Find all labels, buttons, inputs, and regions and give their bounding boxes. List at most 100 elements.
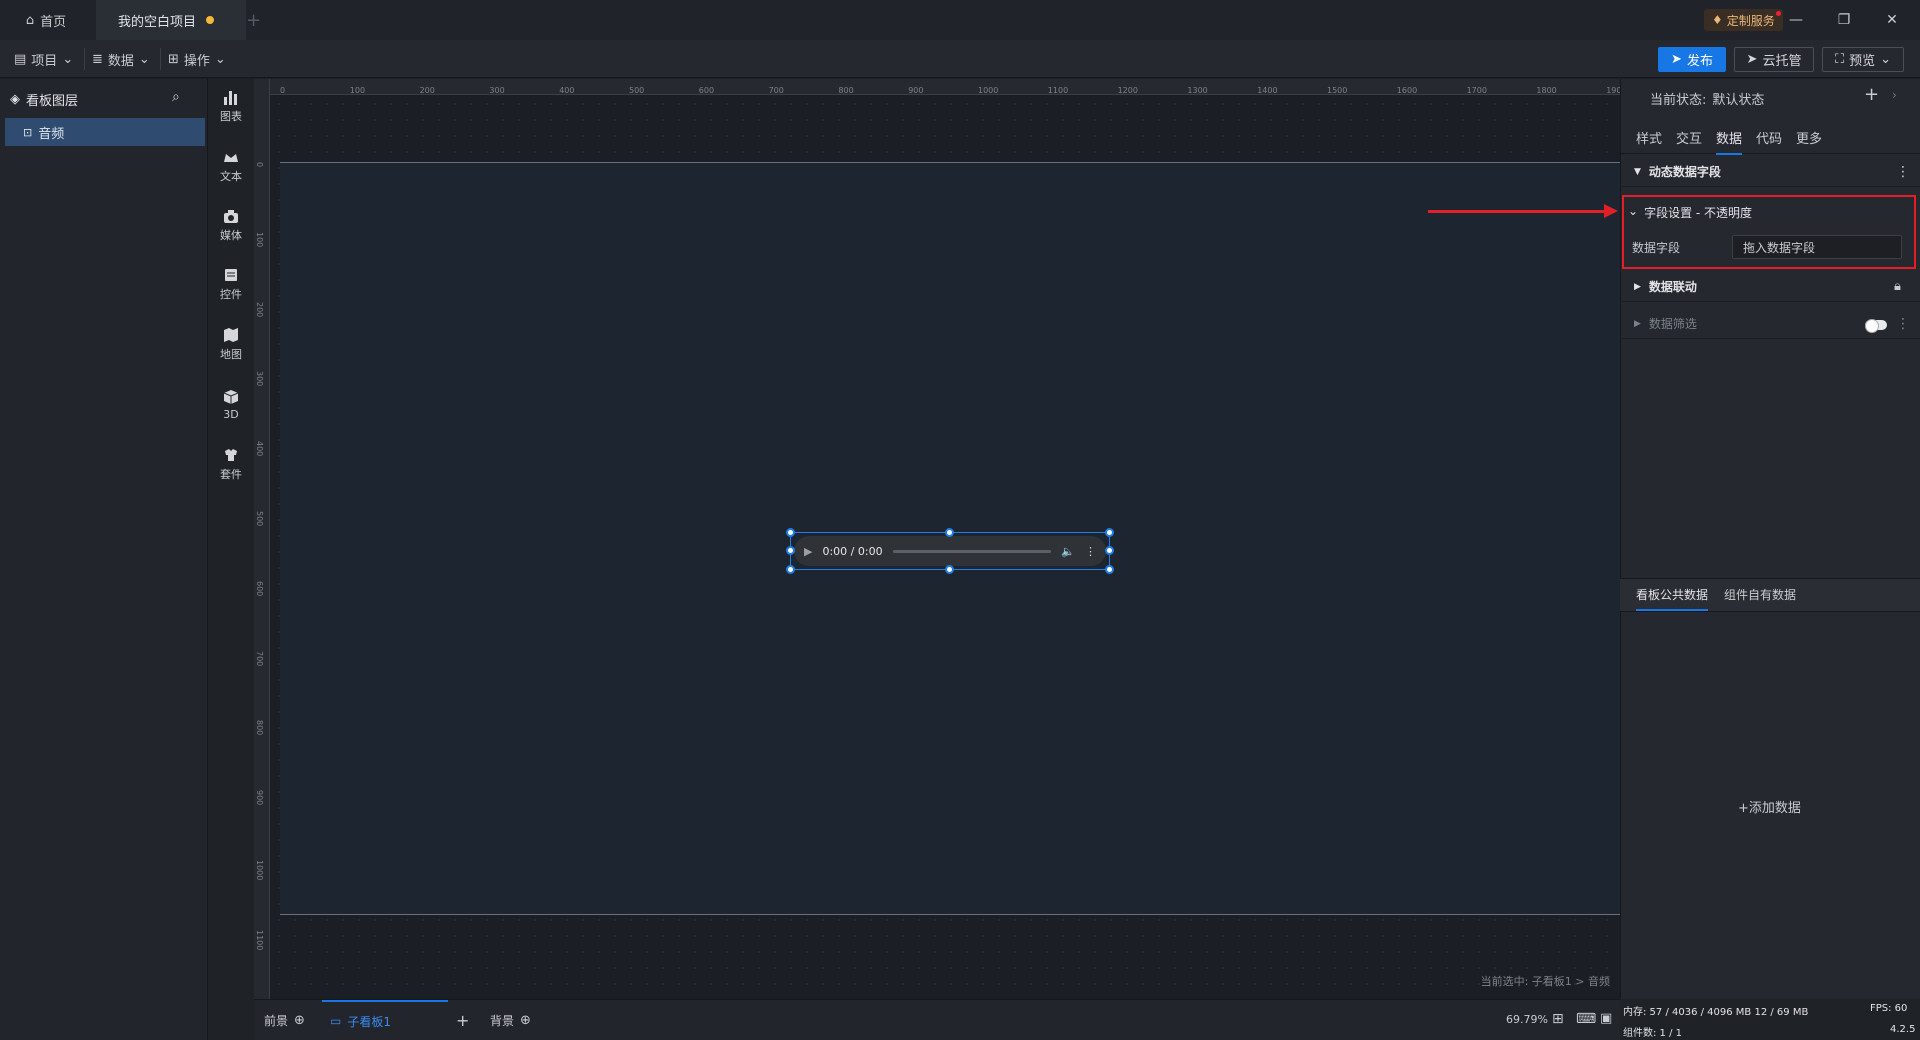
- component-chart[interactable]: 图表: [208, 84, 254, 128]
- media-icon: [224, 210, 238, 223]
- audio-progress-track[interactable]: [892, 549, 1052, 553]
- menu-project[interactable]: ▤ 项目 ⌄: [14, 49, 73, 69]
- resize-handle[interactable]: [786, 528, 795, 537]
- add-data-button[interactable]: +添加数据: [1738, 797, 1801, 816]
- ruler-tick-label: 600: [698, 86, 715, 95]
- tab-background[interactable]: 背景 ⊕: [490, 1010, 531, 1030]
- section-data-filter-label: 数据筛选: [1648, 317, 1697, 331]
- search-icon[interactable]: ⌕: [172, 89, 180, 105]
- ruler-tick-label: 900: [908, 86, 924, 95]
- menu-bar: [0, 40, 1920, 78]
- more-vertical-icon[interactable]: ⋮: [1896, 164, 1910, 180]
- state-value[interactable]: 默认状态: [1712, 89, 1764, 108]
- send-icon: ➤: [1671, 52, 1682, 67]
- component-media[interactable]: 媒体: [208, 203, 254, 247]
- restore-button[interactable]: ❐: [1820, 0, 1868, 40]
- add-board-button[interactable]: +: [456, 1010, 469, 1030]
- tab-interaction[interactable]: 交互: [1676, 128, 1702, 147]
- fit-screen-icon[interactable]: ⊞: [1552, 1011, 1564, 1027]
- preview-button[interactable]: ⛶ 预览 ⌄: [1822, 47, 1904, 72]
- chevron-right-icon[interactable]: ›: [1892, 88, 1897, 102]
- close-button[interactable]: ✕: [1868, 0, 1916, 40]
- audio-player[interactable]: ▶ 0:00 / 0:00 🔈 ⋮: [794, 536, 1106, 566]
- document-icon: ▤: [14, 51, 27, 67]
- resize-handle[interactable]: [1105, 546, 1114, 555]
- section-data-linkage[interactable]: ▶ 数据联动: [1620, 272, 1920, 302]
- minimize-button[interactable]: —: [1772, 0, 1820, 40]
- volume-icon[interactable]: 🔈: [1061, 545, 1075, 558]
- tab-home[interactable]: ⌂ 首页: [0, 0, 92, 40]
- tab-code[interactable]: 代码: [1756, 128, 1782, 147]
- layer-item-label: 音频: [38, 126, 65, 142]
- tab-board-public-data[interactable]: 看板公共数据: [1636, 586, 1709, 611]
- cloud-host-button[interactable]: ➤ 云托管: [1734, 47, 1814, 72]
- menu-operate[interactable]: ⊞ 操作 ⌄: [168, 49, 226, 69]
- ruler-tick-label: 300: [489, 86, 505, 95]
- component-kit[interactable]: 套件: [208, 442, 254, 486]
- terminal-icon[interactable]: ▣: [1600, 1011, 1612, 1026]
- more-options-icon[interactable]: ⋮: [1085, 545, 1096, 558]
- home-icon: ⌂: [25, 12, 35, 28]
- tab-component-own-data[interactable]: 组件自有数据: [1724, 586, 1796, 603]
- resize-handle[interactable]: [786, 565, 795, 574]
- menu-data[interactable]: ≣ 数据 ⌄: [92, 49, 150, 69]
- section-dynamic-fields[interactable]: ▼ 动态数据字段: [1620, 157, 1920, 187]
- component-widget[interactable]: 控件: [208, 262, 254, 306]
- resize-handle[interactable]: [1105, 528, 1114, 537]
- preview-label: 预览: [1849, 54, 1876, 69]
- publish-button[interactable]: ➤ 发布: [1658, 47, 1726, 72]
- keyboard-icon[interactable]: ⌨: [1576, 1011, 1596, 1027]
- chart-icon: [224, 91, 237, 105]
- state-label: 当前状态:: [1650, 93, 1707, 108]
- tab-more[interactable]: 更多: [1796, 128, 1822, 147]
- ruler-tick-label: 500: [629, 86, 645, 95]
- add-state-button[interactable]: +: [1864, 84, 1879, 105]
- layer-item-audio[interactable]: ⊡ 音频: [5, 118, 205, 146]
- add-circle-icon[interactable]: ⊕: [294, 1013, 305, 1028]
- component-widget-label: 控件: [220, 288, 242, 301]
- data-filter-toggle[interactable]: [1865, 319, 1887, 333]
- selection-status: 当前选中: 子看板1 > 音频: [1480, 975, 1610, 988]
- component-3d[interactable]: 3D: [208, 382, 254, 426]
- annotation-arrow-line: [1428, 210, 1608, 213]
- ruler-tick-label: 600: [255, 580, 264, 597]
- ruler-tick-label: 200: [255, 301, 264, 317]
- component-chart-label: 图表: [220, 110, 242, 123]
- ruler-tick-label: 800: [838, 86, 854, 95]
- tab-home-label: 首页: [40, 14, 67, 30]
- tab-project-label: 我的空白项目: [118, 14, 197, 30]
- ruler-tick-label: 100: [255, 231, 264, 248]
- tab-style[interactable]: 样式: [1636, 128, 1662, 147]
- component-map[interactable]: 地图: [208, 322, 254, 366]
- resize-handle[interactable]: [945, 565, 954, 574]
- ruler-tick-label: 900: [255, 790, 264, 806]
- diamond-icon: ♦: [1712, 13, 1723, 27]
- grid-icon: ⊞: [168, 51, 179, 67]
- new-tab-button[interactable]: +: [246, 10, 266, 31]
- tab-foreground[interactable]: 前景 ⊕: [264, 1010, 305, 1030]
- ruler-tick-label: 1100: [1047, 86, 1069, 95]
- add-data-label: 添加数据: [1748, 801, 1801, 816]
- tab-project[interactable]: 我的空白项目: [96, 0, 246, 40]
- ruler-tick-label: 400: [559, 86, 575, 95]
- chevron-down-icon: ⌄: [138, 51, 150, 67]
- resize-handle[interactable]: [945, 528, 954, 537]
- ruler-tick-label: 1700: [1466, 86, 1487, 95]
- ruler-tick-label: 1300: [1187, 86, 1208, 95]
- section-data-linkage-label: 数据联动: [1648, 280, 1697, 294]
- ruler-tick-label: 300: [255, 371, 264, 387]
- widget-icon: [225, 269, 237, 281]
- component-text[interactable]: 文本: [208, 144, 254, 188]
- unsaved-dot-icon: [206, 16, 215, 24]
- resize-handle[interactable]: [1105, 565, 1114, 574]
- lock-icon[interactable]: 🔒︎: [1894, 279, 1901, 294]
- ruler-tick-label: 1000: [978, 86, 999, 95]
- resize-handle[interactable]: [786, 546, 795, 555]
- more-vertical-icon[interactable]: ⋮: [1896, 316, 1910, 332]
- add-circle-icon[interactable]: ⊕: [520, 1013, 531, 1028]
- custom-service-button[interactable]: ♦ 定制服务: [1704, 9, 1783, 31]
- zoom-level[interactable]: 69.79%: [1506, 1013, 1548, 1026]
- tab-data[interactable]: 数据: [1716, 128, 1743, 155]
- play-icon[interactable]: ▶: [804, 545, 812, 558]
- tab-sub-board[interactable]: ▭ 子看板1: [322, 1000, 448, 1040]
